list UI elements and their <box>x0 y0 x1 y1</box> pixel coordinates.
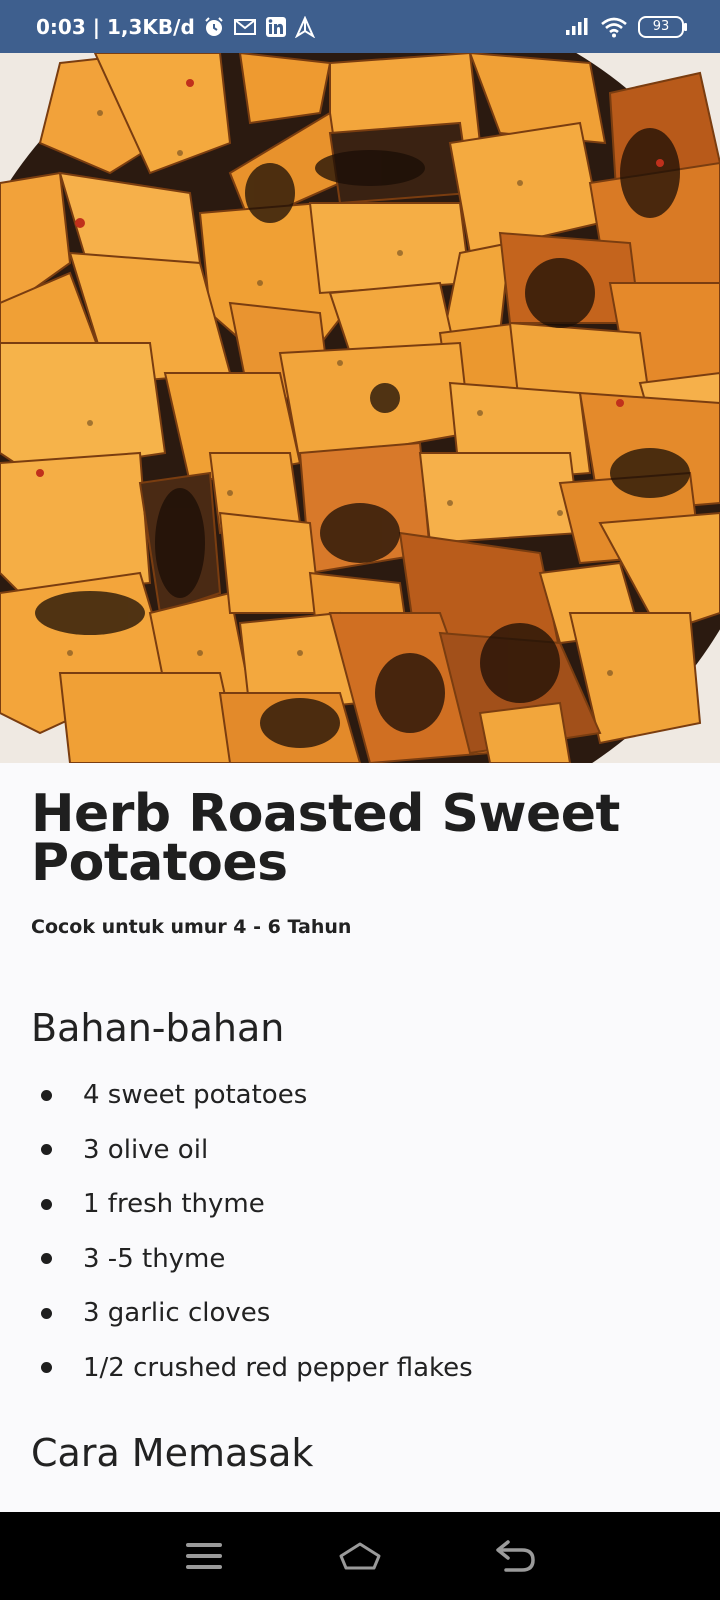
ingredient-text: 1/2 crushed red pepper flakes <box>83 1352 473 1383</box>
ingredient-text: 3 olive oil <box>83 1134 209 1165</box>
battery-level: 93 <box>652 19 670 34</box>
navigation-bar <box>0 1512 720 1600</box>
back-icon <box>496 1540 535 1572</box>
ingredient-item: 3 olive oil <box>31 1123 691 1178</box>
menu-icon <box>186 1543 222 1569</box>
ingredient-item: 3 garlic cloves <box>31 1286 691 1341</box>
alarm-icon <box>203 16 225 38</box>
signal-icon <box>564 17 590 37</box>
roasted-sweet-potatoes-image <box>0 53 720 763</box>
arrow-icon <box>294 15 315 38</box>
bullet-icon <box>41 1198 52 1210</box>
ingredients-list: 4 sweet potatoes 3 olive oil 1 fresh thy… <box>31 1068 691 1395</box>
gmail-icon <box>233 18 257 36</box>
ingredient-item: 4 sweet potatoes <box>31 1068 691 1123</box>
bullet-icon <box>41 1089 52 1101</box>
ingredient-item: 3 -5 thyme <box>31 1232 691 1287</box>
recipe-content: Herb Roasted Sweet Potatoes Cocok untuk … <box>31 784 691 1475</box>
ingredients-heading: Bahan-bahan <box>31 1006 285 1050</box>
ingredient-text: 3 garlic cloves <box>83 1298 271 1329</box>
ingredient-item: 1 fresh thyme <box>31 1177 691 1232</box>
battery-icon: 93 <box>638 15 687 38</box>
bullet-icon <box>41 1144 52 1156</box>
home-button[interactable] <box>336 1532 384 1580</box>
bullet-icon <box>41 1362 52 1374</box>
ingredient-text: 4 sweet potatoes <box>83 1080 308 1111</box>
recipe-age: Cocok untuk umur 4 - 6 Tahun <box>31 916 352 938</box>
status-left: 0:03 | 1,3KB/d <box>36 15 315 39</box>
recipe-photo <box>0 53 720 763</box>
wifi-icon <box>600 16 628 38</box>
bullet-icon <box>41 1253 52 1265</box>
recipe-title: Herb Roasted Sweet Potatoes <box>31 784 620 893</box>
ingredient-text: 3 -5 thyme <box>83 1243 226 1274</box>
ingredient-text: 1 fresh thyme <box>83 1189 265 1220</box>
bullet-icon <box>41 1307 52 1319</box>
ingredient-item: 1/2 crushed red pepper flakes <box>31 1341 691 1396</box>
back-button[interactable] <box>492 1532 540 1580</box>
menu-button[interactable] <box>180 1532 228 1580</box>
status-right: 93 <box>564 15 687 38</box>
method-heading: Cara Memasak <box>31 1431 314 1475</box>
status-time: 0:03 | 1,3KB/d <box>36 14 195 39</box>
status-bar: 0:03 | 1,3KB/d 93 <box>0 0 720 53</box>
linkedin-icon <box>265 16 287 38</box>
home-icon <box>339 1542 381 1570</box>
